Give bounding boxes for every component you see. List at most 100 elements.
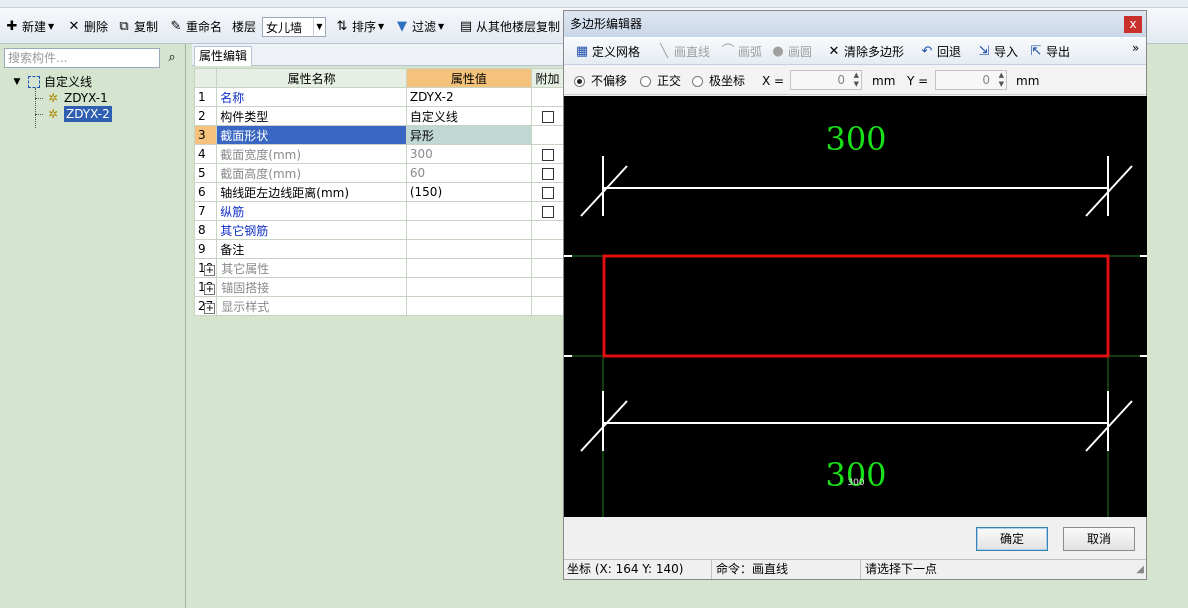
property-value-header[interactable]: 属性值	[405, 68, 533, 88]
property-value-cell[interactable]	[405, 201, 533, 221]
top-dimension-text: 300	[825, 120, 886, 158]
line-icon: ╲	[660, 44, 668, 59]
radio-icon	[640, 75, 651, 87]
property-row[interactable]: 7 纵筋	[193, 201, 564, 221]
property-value-cell[interactable]: 300	[405, 144, 533, 164]
ok-button[interactable]: 确定	[976, 527, 1048, 551]
copy-button[interactable]: ⧉ 复制	[116, 17, 158, 37]
property-value-cell[interactable]	[405, 277, 533, 297]
tab-property-edit[interactable]: 属性编辑	[194, 46, 253, 66]
search-input[interactable]: 搜索构件...	[4, 48, 160, 68]
canvas-drawing: 300 300 300	[564, 120, 1147, 517]
search-icon[interactable]: ⌕	[162, 48, 182, 68]
cancel-button[interactable]: 取消	[1063, 527, 1135, 551]
property-row[interactable]: 8 其它钢筋	[193, 220, 564, 240]
property-row[interactable]: 1 名称 ZDYX-2	[193, 87, 564, 107]
floor-select[interactable]: 女儿墙 ▼	[262, 17, 326, 37]
clear-polygon-button[interactable]: ✕ 清除多边形	[826, 43, 904, 61]
copy-from-floor-button[interactable]: ▤ 从其他楼层复制	[458, 17, 560, 37]
property-row[interactable]: 5 截面高度(mm) 60	[193, 163, 564, 183]
property-row[interactable]: 2 构件类型 自定义线	[193, 106, 564, 126]
extra-checkbox[interactable]	[541, 110, 554, 123]
property-extra-cell	[531, 239, 564, 259]
delete-button[interactable]: ✕ 删除	[66, 17, 108, 37]
drawing-canvas[interactable]: 300 300 300	[564, 96, 1147, 517]
spin-arrows-icon[interactable]: ▲ ▼	[999, 71, 1004, 89]
property-name-cell: 纵筋	[216, 201, 407, 221]
row-number: 6	[193, 182, 218, 202]
property-extra-header[interactable]: 附加	[531, 68, 564, 88]
property-row[interactable]: 6 轴线距左边线距离(mm) (150)	[193, 182, 564, 202]
radio-icon	[692, 75, 703, 87]
filter-button[interactable]: ▼ 过滤 ▼	[394, 17, 444, 37]
import-button[interactable]: ⇲ 导入	[976, 43, 1018, 61]
rename-button[interactable]: ✎ 重命名	[168, 17, 222, 37]
no-offset-label: 不偏移	[591, 74, 628, 88]
extra-checkbox[interactable]	[541, 167, 554, 180]
property-row[interactable]: 10+其它属性	[193, 258, 564, 278]
property-value-cell[interactable]	[405, 239, 533, 259]
property-name: 截面高度(mm)	[220, 166, 302, 181]
export-button[interactable]: ⇱ 导出	[1028, 43, 1070, 61]
chevron-down-icon[interactable]: ▼	[10, 75, 24, 89]
polygon-shape[interactable]	[602, 254, 1110, 358]
arc-icon: ⌒	[721, 44, 735, 59]
expand-icon[interactable]: +	[204, 302, 216, 314]
x-input[interactable]: 0 ▲ ▼	[790, 70, 862, 90]
property-value-cell[interactable]	[405, 220, 533, 240]
property-name-cell: 截面形状	[216, 125, 407, 145]
tree-item-zdyx-1[interactable]: ✲ ZDYX-1	[46, 90, 108, 106]
new-button[interactable]: ✚ 新建 ▼	[4, 17, 55, 37]
property-value-cell[interactable]: 60	[405, 163, 533, 183]
row-number-header	[193, 68, 218, 88]
property-name-cell: 截面宽度(mm)	[216, 144, 407, 164]
property-name-header[interactable]: 属性名称	[216, 68, 407, 88]
property-value-cell[interactable]: (150)	[405, 182, 533, 202]
property-row[interactable]: 27+显示样式	[193, 296, 564, 316]
extra-checkbox[interactable]	[541, 205, 554, 218]
no-offset-radio[interactable]: 不偏移	[574, 73, 627, 89]
tree-connector	[35, 88, 36, 128]
polar-radio[interactable]: 极坐标	[692, 73, 745, 89]
y-input-value: 0	[982, 73, 990, 87]
property-value-cell[interactable]: ZDYX-2	[405, 87, 533, 107]
resize-grip-icon[interactable]: ◢	[1136, 564, 1144, 575]
more-tools-button[interactable]: »	[1132, 39, 1139, 57]
extra-checkbox[interactable]	[541, 148, 554, 161]
filter-icon: ▼	[397, 19, 407, 34]
extra-checkbox[interactable]	[541, 186, 554, 199]
copy-icon: ⧉	[119, 19, 129, 34]
property-value-cell[interactable]: 异形	[405, 125, 533, 145]
property-name: 轴线距左边线距离(mm)	[220, 185, 350, 200]
expand-icon[interactable]: +	[204, 264, 216, 276]
property-name: 其它属性	[221, 261, 270, 276]
x-input-value: 0	[837, 73, 845, 87]
property-row[interactable]: 18+锚固搭接	[193, 277, 564, 297]
define-grid-button[interactable]: ▦ 定义网格	[574, 43, 640, 61]
tree-root-node[interactable]: ▼ 自定义线	[10, 74, 92, 90]
y-input[interactable]: 0 ▲ ▼	[935, 70, 1007, 90]
close-icon[interactable]: x	[1124, 16, 1142, 33]
tree-item-zdyx-2[interactable]: ✲ ZDYX-2	[46, 106, 112, 122]
property-value-cell[interactable]	[405, 258, 533, 278]
spin-arrows-icon[interactable]: ▲ ▼	[854, 71, 859, 89]
sort-button[interactable]: ⇅ 排序 ▼	[334, 17, 385, 37]
row-number: 5	[193, 163, 218, 183]
expand-icon[interactable]: +	[204, 283, 216, 295]
property-extra-cell	[531, 163, 564, 183]
circle-icon: ●	[772, 44, 784, 59]
property-name: 显示样式	[221, 299, 270, 314]
orthogonal-radio[interactable]: 正交	[640, 73, 681, 89]
draw-arc-button[interactable]: ⌒ 画弧	[720, 43, 762, 61]
orthogonal-label: 正交	[657, 74, 682, 88]
undo-button[interactable]: ↶ 回退	[919, 43, 961, 61]
property-value-cell[interactable]: 自定义线	[405, 106, 533, 126]
property-row[interactable]: 3 截面形状 异形	[193, 125, 564, 145]
row-number: 9	[193, 239, 218, 259]
property-row[interactable]: 9 备注	[193, 239, 564, 259]
property-row[interactable]: 4 截面宽度(mm) 300	[193, 144, 564, 164]
property-value-cell[interactable]	[405, 296, 533, 316]
draw-line-button[interactable]: ╲ 画直线	[656, 43, 710, 61]
draw-circle-button[interactable]: ● 画圆	[770, 43, 812, 61]
dialog-title: 多边形编辑器	[564, 11, 1146, 37]
